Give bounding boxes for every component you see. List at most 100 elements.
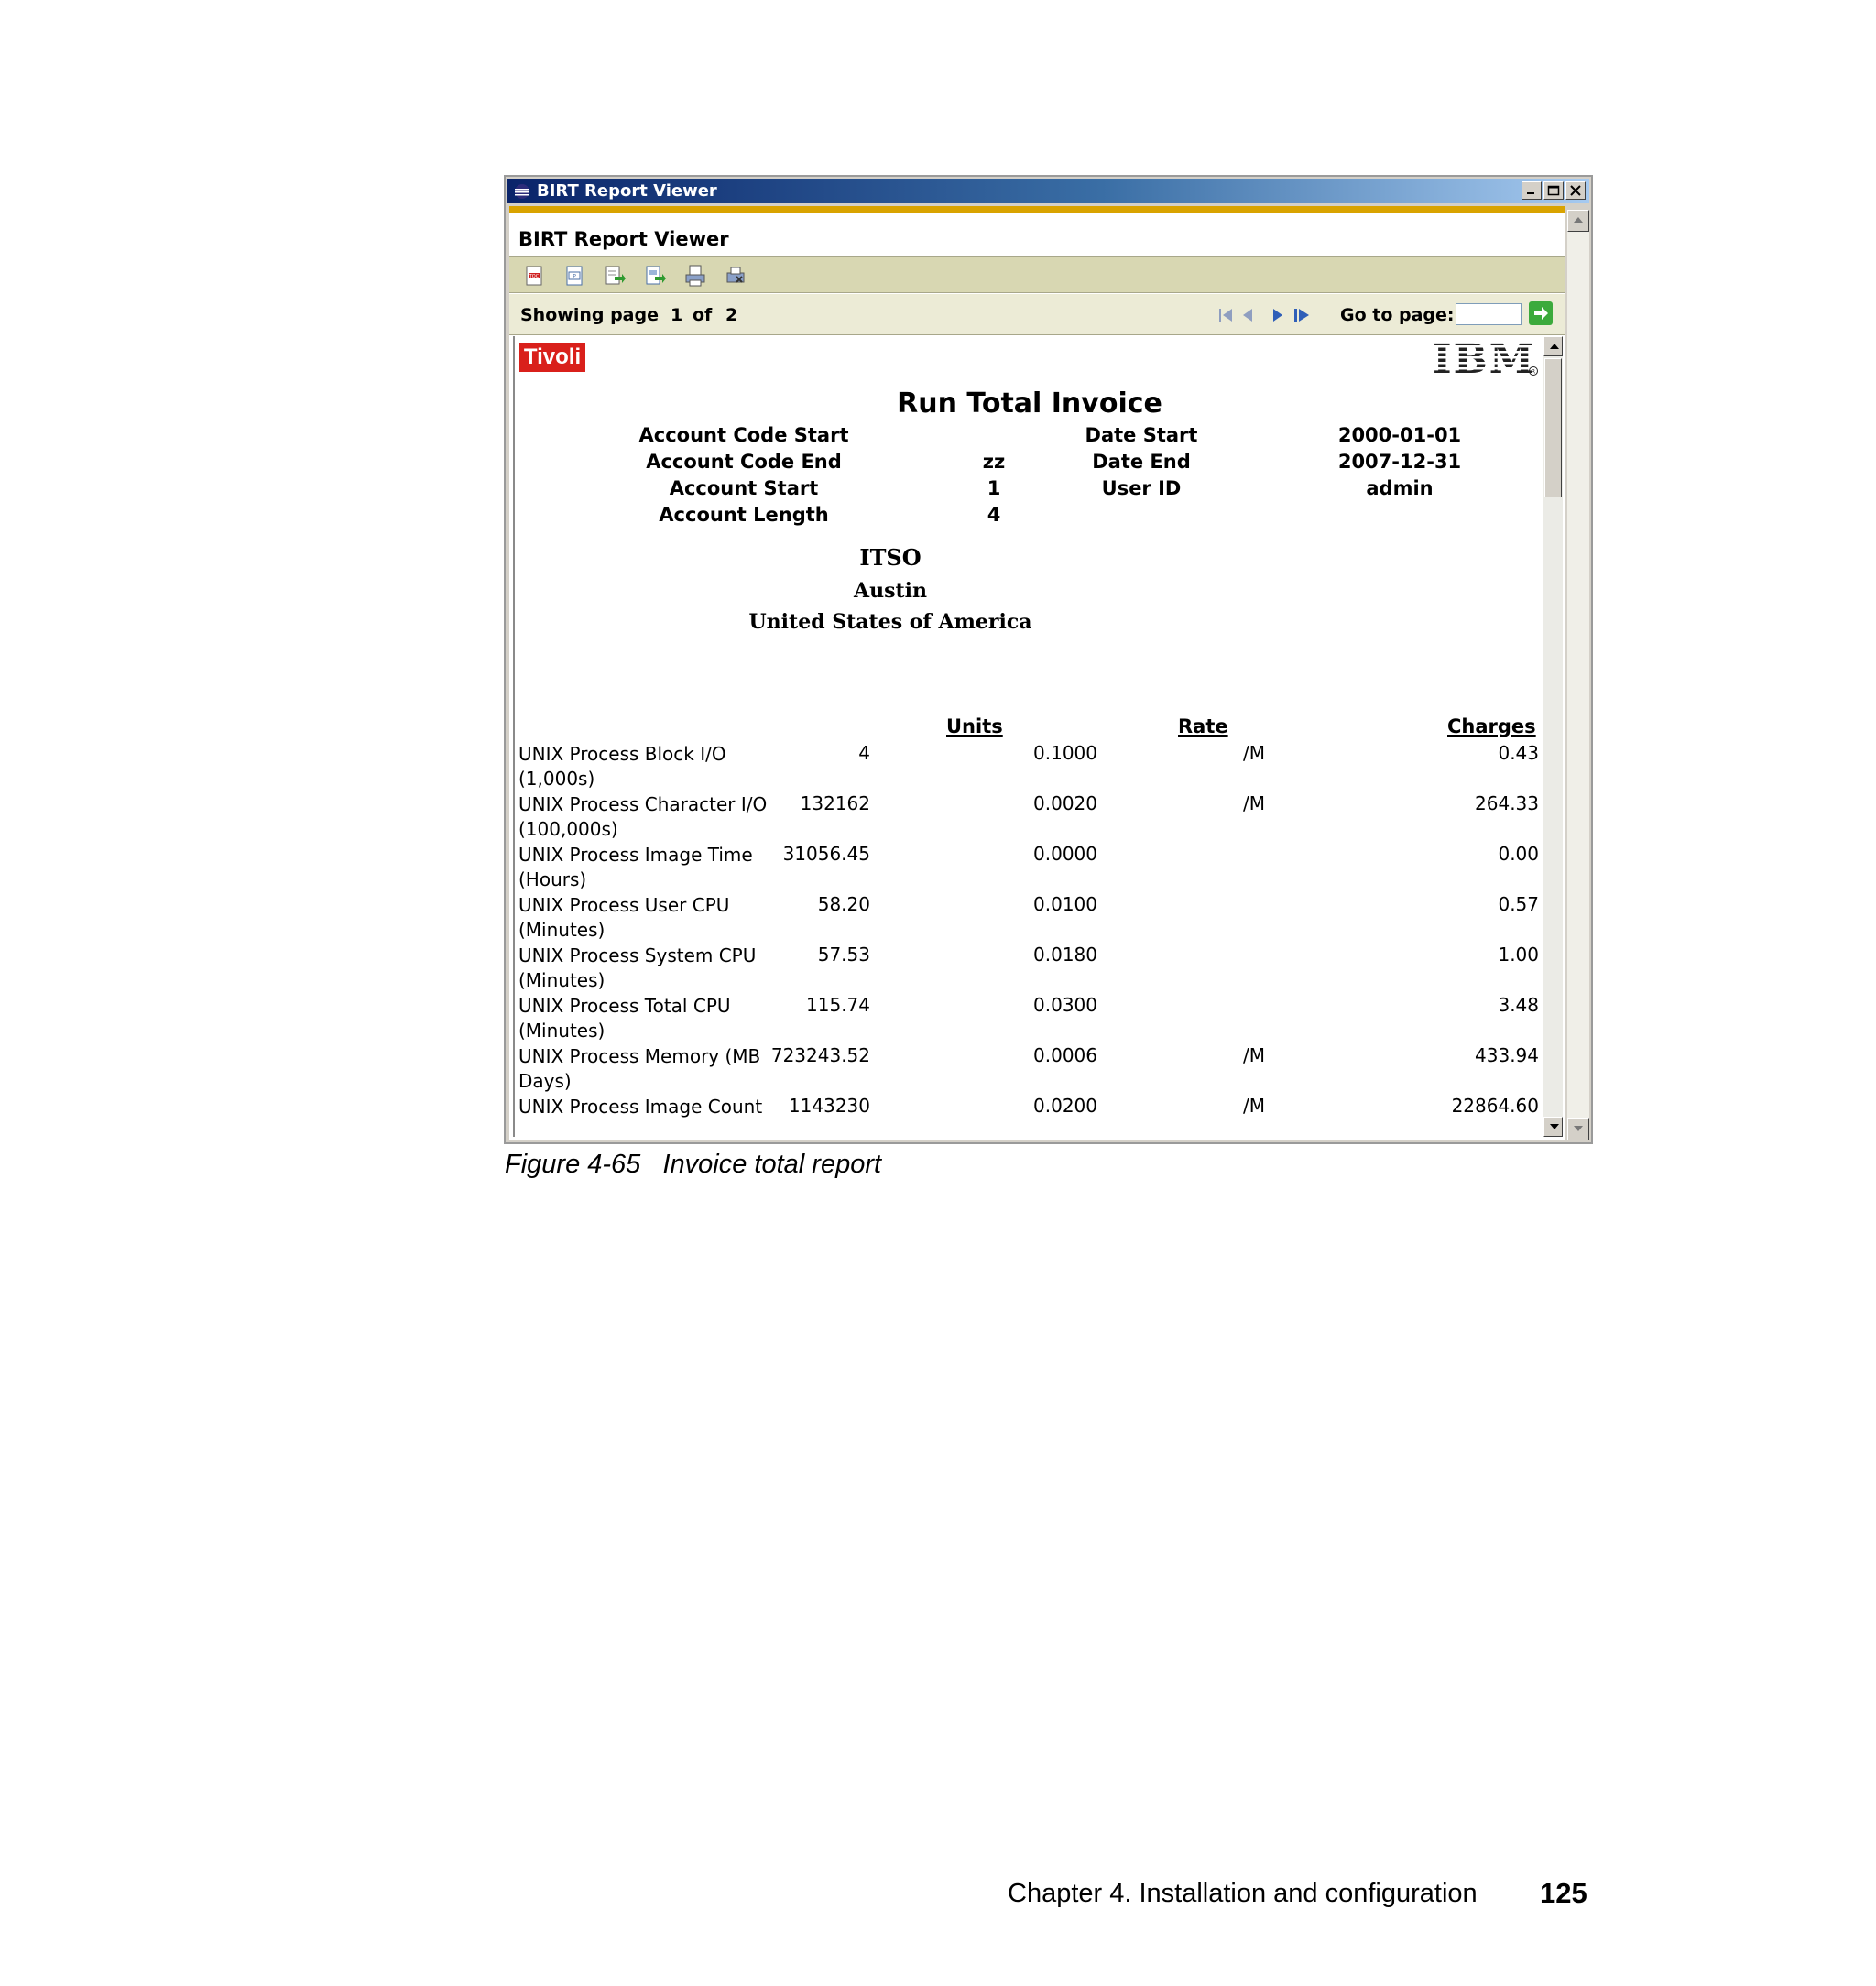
row-units: 31056.45 xyxy=(782,843,870,865)
maximize-icon xyxy=(1547,185,1560,196)
param-value: zz xyxy=(982,451,1006,473)
svg-text:R: R xyxy=(1532,369,1535,376)
row-description: UNIX Process Total CPU (Minutes) xyxy=(518,995,731,1042)
report-scrollbar[interactable] xyxy=(1543,336,1563,1137)
rate-column-header: Rate xyxy=(1178,715,1228,737)
minimize-button[interactable] xyxy=(1522,181,1542,200)
next-page-icon[interactable] xyxy=(1266,304,1288,326)
figure-caption: Figure 4-65 Invoice total report xyxy=(505,1150,882,1179)
accent-bar xyxy=(509,206,1565,213)
viewer-heading: BIRT Report Viewer xyxy=(518,228,729,250)
report-scroll-thumb[interactable] xyxy=(1544,358,1562,497)
row-rate-unit: /M xyxy=(1243,1044,1265,1066)
company-country: United States of America xyxy=(748,610,1032,634)
row-charges: 3.48 xyxy=(1498,994,1539,1016)
toc-icon[interactable]: TOC xyxy=(522,264,546,288)
row-units: 57.53 xyxy=(817,944,870,966)
report-scroll-down-button[interactable] xyxy=(1543,1117,1563,1137)
table-row: UNIX Process Total CPU (Minutes) 115.74 0.… xyxy=(515,994,1543,1044)
window-scroll-down-button[interactable] xyxy=(1567,1118,1589,1140)
row-description: UNIX Process Memory (MB Days) xyxy=(518,1045,761,1092)
row-description: UNIX Process Character I/O (100,000s) xyxy=(518,793,768,840)
table-row: UNIX Process System CPU (Minutes) 57.53 0.… xyxy=(515,944,1543,994)
row-units: 723243.52 xyxy=(770,1044,870,1066)
row-rate: 0.0006 xyxy=(1033,1044,1097,1066)
viewer-toolbar: TOC P xyxy=(509,256,1565,293)
row-charges: 1.00 xyxy=(1498,944,1539,966)
param-label: User ID xyxy=(1101,477,1182,499)
table-row: UNIX Process User CPU (Minutes) 58.20 0.01… xyxy=(515,893,1543,944)
row-rate: 0.1000 xyxy=(1033,742,1097,764)
maximize-button[interactable] xyxy=(1543,181,1564,200)
close-button[interactable] xyxy=(1565,181,1586,200)
row-description: UNIX Process System CPU (Minutes) xyxy=(518,944,757,991)
row-charges: 264.33 xyxy=(1475,792,1539,814)
window-title: BIRT Report Viewer xyxy=(537,181,717,201)
table-row: UNIX Process Image Count 1143230 0.0200/M 2… xyxy=(515,1095,1543,1137)
of-label: of xyxy=(693,305,713,325)
previous-page-icon[interactable] xyxy=(1238,304,1260,326)
arrow-right-icon xyxy=(1534,307,1548,320)
first-page-icon[interactable] xyxy=(1216,304,1238,326)
arrow-up-icon xyxy=(1574,217,1583,223)
page-number: 125 xyxy=(1540,1877,1587,1909)
chapter-footer: Chapter 4. Installation and configuratio… xyxy=(1008,1879,1478,1908)
row-description: UNIX Process User CPU (Minutes) xyxy=(518,894,730,941)
last-page-icon[interactable] xyxy=(1291,304,1313,326)
svg-text:IBM: IBM xyxy=(1433,338,1535,380)
tivoli-logo: Tivoli xyxy=(519,343,585,372)
export-data-icon[interactable] xyxy=(603,264,627,288)
row-rate: 0.0020 xyxy=(1033,792,1097,814)
showing-page-label: Showing page xyxy=(520,305,659,325)
parameters-icon[interactable]: P xyxy=(562,264,586,288)
eclipse-icon xyxy=(515,183,529,199)
row-description: UNIX Process Image Time (Hours) xyxy=(518,844,753,890)
table-row: UNIX Process Character I/O (100,000s) 132… xyxy=(515,792,1543,843)
row-description: UNIX Process Image Count xyxy=(518,1096,763,1118)
param-label: Account Start xyxy=(669,477,819,499)
param-label: Account Code Start xyxy=(638,424,849,446)
row-rate: 0.0180 xyxy=(1033,944,1097,966)
param-value: 1 xyxy=(987,477,1001,499)
ibm-logo: IBM R xyxy=(1431,338,1538,380)
row-rate-unit: /M xyxy=(1243,1095,1265,1117)
param-value: admin xyxy=(1366,477,1434,499)
export-report-icon[interactable] xyxy=(643,264,667,288)
minimize-icon xyxy=(1527,192,1534,194)
units-column-header: Units xyxy=(946,715,1003,737)
row-rate: 0.0100 xyxy=(1033,893,1097,915)
row-rate-unit: /M xyxy=(1243,742,1265,764)
param-label: Account Code End xyxy=(646,451,842,473)
row-rate: 0.0000 xyxy=(1033,843,1097,865)
svg-text:P: P xyxy=(573,274,576,280)
param-label: Date Start xyxy=(1085,424,1198,446)
print-icon[interactable] xyxy=(683,264,707,288)
window-scrollbar[interactable] xyxy=(1567,210,1589,1140)
row-units: 132162 xyxy=(800,792,870,814)
goto-page-input[interactable] xyxy=(1456,303,1522,325)
company-city: Austin xyxy=(854,579,927,603)
row-charges: 22864.60 xyxy=(1451,1095,1539,1117)
close-icon xyxy=(1570,185,1581,196)
row-description: UNIX Process Block I/O (1,000s) xyxy=(518,743,726,790)
window-titlebar[interactable]: BIRT Report Viewer xyxy=(507,179,1589,203)
report-scroll-up-button[interactable] xyxy=(1543,336,1563,356)
page-navigation-bar: Showing page 1 of 2 Go to page: xyxy=(509,294,1565,335)
row-units: 58.20 xyxy=(817,893,870,915)
table-row: UNIX Process Block I/O (1,000s) 4 0.1000/M… xyxy=(515,742,1543,792)
goto-page-label: Go to page: xyxy=(1340,305,1455,325)
row-rate: 0.0200 xyxy=(1033,1095,1097,1117)
print-server-icon[interactable] xyxy=(724,264,747,288)
arrow-up-icon xyxy=(1550,344,1559,349)
param-label: Date End xyxy=(1092,451,1191,473)
report-content: Tivoli IBM R Run Total Invoice Account C… xyxy=(513,336,1543,1137)
goto-page-button[interactable] xyxy=(1529,301,1553,325)
window-scroll-up-button[interactable] xyxy=(1567,210,1589,232)
current-page-number: 1 xyxy=(671,305,683,325)
param-value: 2007-12-31 xyxy=(1337,451,1462,473)
row-units: 115.74 xyxy=(806,994,870,1016)
table-row: UNIX Process Image Time (Hours) 31056.45 0… xyxy=(515,843,1543,893)
charges-column-header: Charges xyxy=(1447,715,1536,737)
arrow-down-icon xyxy=(1574,1126,1583,1131)
total-pages: 2 xyxy=(725,305,738,325)
